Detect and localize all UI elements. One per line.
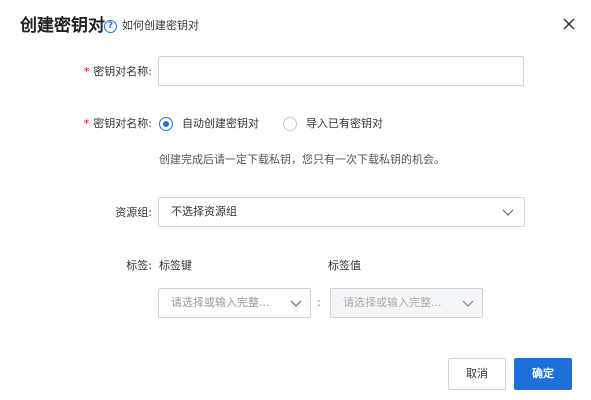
- tag-key-select[interactable]: 请选择或输入完整...: [158, 288, 311, 318]
- close-icon[interactable]: [561, 16, 577, 32]
- tag-key-header: 标签键: [159, 259, 192, 272]
- chevron-down-icon: [462, 300, 474, 307]
- confirm-button[interactable]: 确定: [514, 358, 572, 390]
- radio-button[interactable]: [283, 117, 297, 131]
- radio-auto-create-label: 自动创建密钥对: [182, 117, 259, 130]
- method-field-label: * 密钥对名称:: [60, 115, 152, 133]
- resource-group-label: 资源组:: [115, 206, 152, 219]
- dialog-title: 创建密钥对: [20, 16, 105, 36]
- resource-group-value: 不选择资源组: [171, 205, 237, 218]
- radio-import-existing[interactable]: 导入已有密钥对: [283, 115, 383, 133]
- tag-separator: :: [317, 296, 321, 309]
- required-mark: *: [83, 65, 90, 78]
- name-field-label-text: 密钥对名称:: [93, 65, 152, 78]
- help-link[interactable]: ? 如何创建密钥对: [104, 17, 199, 35]
- tag-value-placeholder: 请选择或输入完整...: [343, 296, 442, 309]
- download-hint: 创建完成后请一定下载私钥，您只有一次下载私钥的机会。: [159, 153, 445, 166]
- radio-button-selected[interactable]: [159, 117, 173, 131]
- tag-key-placeholder: 请选择或输入完整...: [171, 296, 270, 309]
- cancel-button[interactable]: 取消: [448, 358, 506, 390]
- resource-group-select[interactable]: 不选择资源组: [158, 197, 525, 227]
- help-icon: ?: [104, 19, 117, 33]
- key-pair-name-input[interactable]: [158, 56, 524, 86]
- name-field-label: * 密钥对名称:: [60, 63, 152, 81]
- chevron-down-icon: [290, 300, 302, 307]
- tag-value-select[interactable]: 请选择或输入完整...: [330, 288, 483, 318]
- method-field-label-text: 密钥对名称:: [93, 117, 152, 130]
- chevron-down-icon: [502, 209, 514, 216]
- tags-label: 标签:: [126, 259, 152, 272]
- radio-auto-create[interactable]: 自动创建密钥对: [159, 115, 259, 133]
- required-mark: *: [83, 117, 90, 130]
- tag-value-header: 标签值: [328, 259, 361, 272]
- radio-import-existing-label: 导入已有密钥对: [306, 117, 383, 130]
- help-link-label: 如何创建密钥对: [122, 19, 199, 32]
